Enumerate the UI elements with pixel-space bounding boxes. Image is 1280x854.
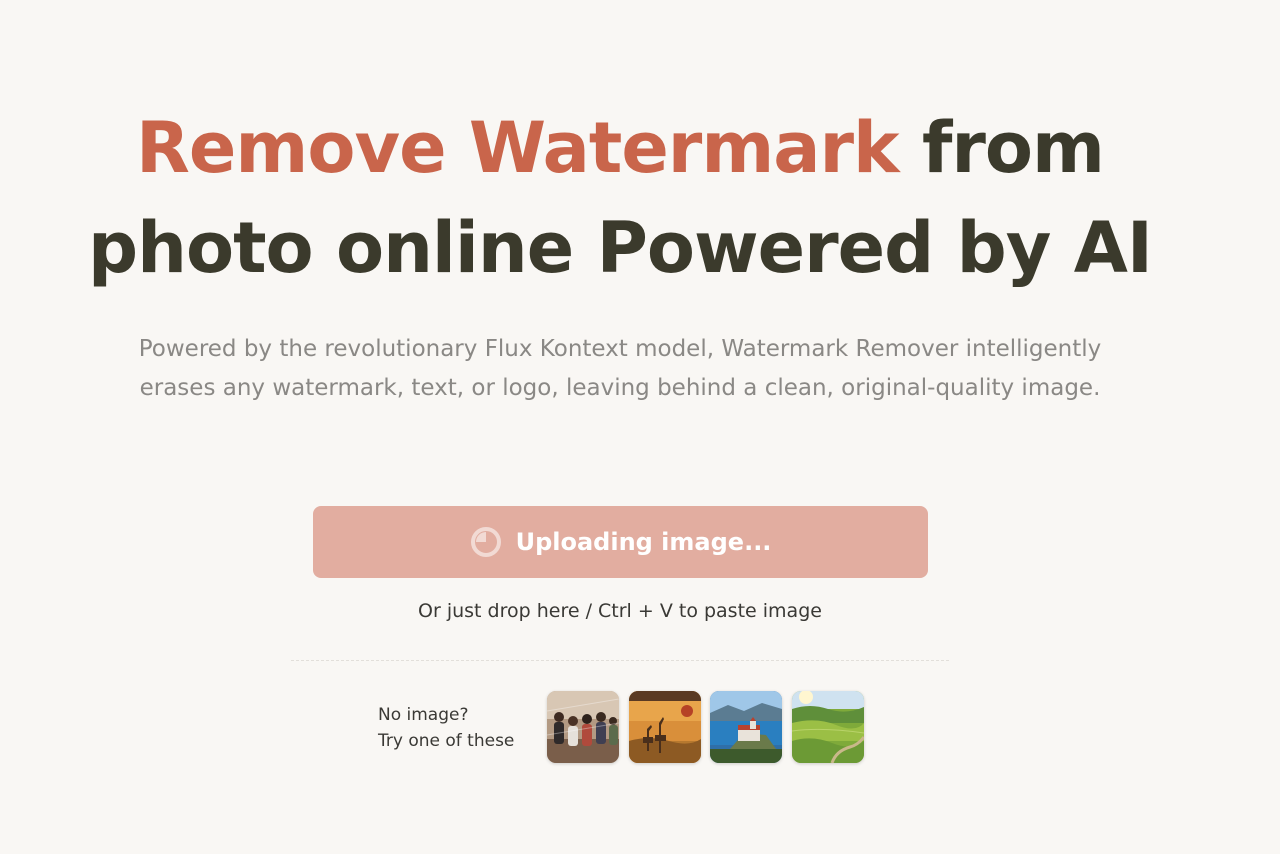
title-accent: Remove Watermark <box>136 107 900 189</box>
spinner-icon <box>470 526 502 558</box>
sample-thumbnail-castle-lake[interactable] <box>710 691 782 763</box>
sample-label-line-1: No image? <box>378 705 469 725</box>
sample-thumbnail-giraffes[interactable] <box>629 691 701 763</box>
sample-thumbnail-group-photo[interactable] <box>547 691 619 763</box>
sample-images-label: No image? Try one of these <box>378 702 514 754</box>
page-subtitle: Powered by the revolutionary Flux Kontex… <box>138 336 1102 401</box>
page: Remove Watermark from photo online Power… <box>0 0 1280 854</box>
upload-button-label: Uploading image... <box>515 528 772 556</box>
divider <box>291 660 949 661</box>
page-title: Remove Watermark from photo online Power… <box>0 98 1240 298</box>
upload-image-button[interactable]: Uploading image... <box>313 506 928 578</box>
sample-label-line-2: Try one of these <box>378 731 515 751</box>
title-rest: from <box>898 107 1105 189</box>
title-line-2: photo online Powered by AI <box>88 207 1153 289</box>
drop-paste-hint: Or just drop here / Ctrl + V to paste im… <box>418 600 822 622</box>
sample-thumbnail-green-hills[interactable] <box>792 691 864 763</box>
